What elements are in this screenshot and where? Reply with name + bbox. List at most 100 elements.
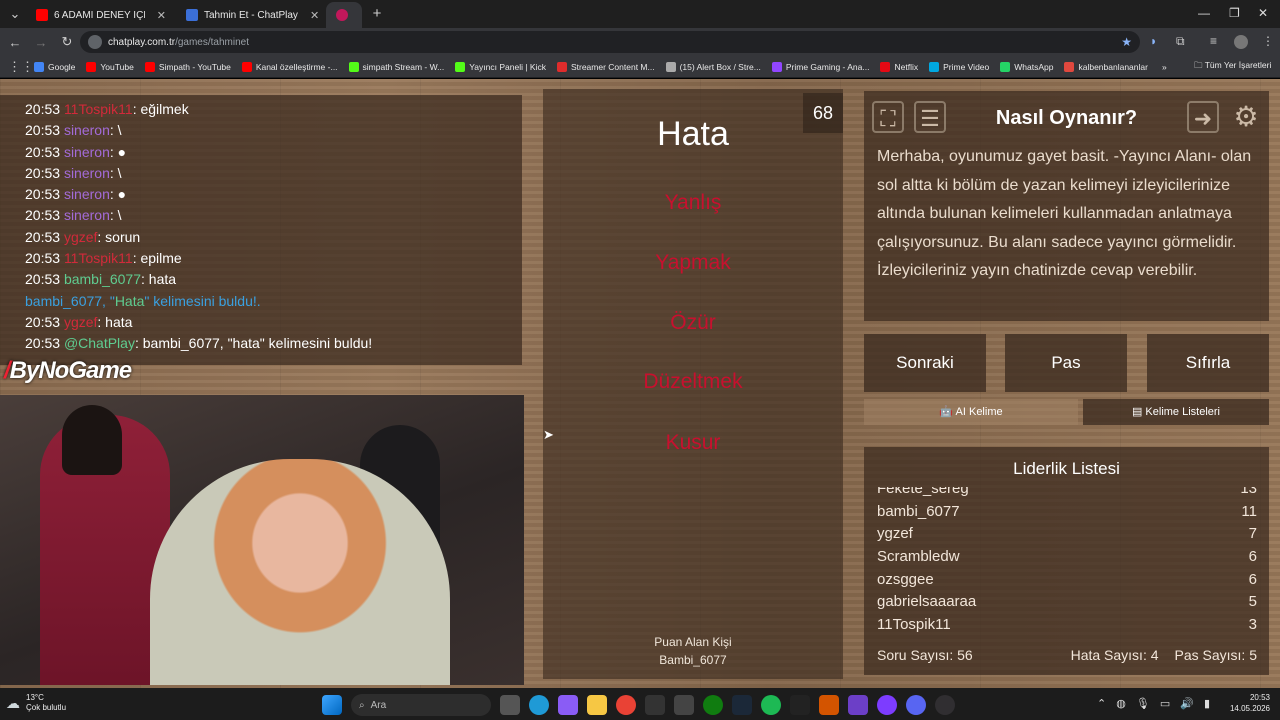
capcut-icon[interactable]: [790, 695, 810, 715]
extensions-puzzle-icon[interactable]: ⧉: [1176, 34, 1185, 49]
apps-grid-icon[interactable]: ⋮⋮: [8, 59, 34, 75]
leaderboard-row: 11Tospik11 3: [877, 614, 1257, 637]
next-button[interactable]: Sonraki: [864, 334, 986, 392]
windows-start-icon[interactable]: [322, 695, 342, 715]
bookmark-item[interactable]: Prime Video: [929, 61, 989, 72]
chat-username[interactable]: sineron: [64, 207, 110, 223]
notes-icon[interactable]: ☰: [914, 101, 946, 133]
bookmark-item[interactable]: Prime Gaming - Ana...: [771, 61, 870, 72]
site-info-icon[interactable]: [88, 35, 102, 49]
bookmark-label: Prime Gaming - Ana...: [785, 61, 870, 72]
bookmark-item[interactable]: WhatsApp: [1000, 61, 1053, 72]
app-icon[interactable]: [819, 695, 839, 715]
error-count: Hata Sayısı: 4: [1070, 647, 1159, 663]
chat-username[interactable]: 11Tospik11: [64, 101, 133, 117]
volume-icon[interactable]: 🔊: [1180, 697, 1194, 710]
chat-username[interactable]: 11Tospik11: [64, 250, 133, 266]
chat-username[interactable]: sineron: [64, 165, 110, 181]
discord-icon[interactable]: [906, 695, 926, 715]
player-name: ozsggee: [877, 570, 934, 588]
leaderboard-list[interactable]: Fekete_sereg 13 bambi_6077 11 ygzef 7 Scramble…: [877, 487, 1257, 637]
tab-list-chevron-icon[interactable]: ⌄: [4, 6, 26, 22]
tray-app-icon[interactable]: ◍: [1116, 697, 1126, 710]
microphone-icon[interactable]: 🎙: [1136, 697, 1150, 710]
target-word: Hata: [657, 115, 729, 153]
reset-button[interactable]: Sıfırla: [1147, 334, 1269, 392]
battery-icon[interactable]: ▮: [1204, 697, 1210, 710]
minimize-icon[interactable]: —: [1198, 6, 1210, 20]
bookmark-item[interactable]: Kanal özelleştirme -...: [241, 61, 338, 72]
chat-text: : sorun: [97, 228, 141, 245]
extension-icon[interactable]: ◗: [1150, 34, 1157, 48]
network-icon[interactable]: ▭: [1160, 697, 1170, 710]
menu-kebab-icon[interactable]: ⋮: [1262, 34, 1274, 48]
ai-word-button[interactable]: 🤖 AI Kelime: [864, 399, 1078, 425]
bookmarks-overflow-icon[interactable]: »: [1162, 62, 1167, 72]
chrome-icon[interactable]: [616, 695, 636, 715]
chat-username[interactable]: sineron: [64, 122, 110, 138]
all-bookmarks-folder[interactable]: 🗀 Tüm Yer İşaretleri: [1194, 60, 1271, 74]
how-to-play-description: Merhaba, oyunumuz gayet basit. -Yayıncı …: [877, 148, 1252, 279]
all-bookmarks-label: Tüm Yer İşaretleri: [1204, 59, 1272, 70]
profile-avatar-icon[interactable]: [1234, 35, 1248, 49]
tab-chatplay[interactable]: Tahmin Et - ChatPlay ✕: [176, 2, 326, 28]
chat-username[interactable]: sineron: [64, 186, 110, 202]
word-found-notice: bambi_6077, "Hata" kelimesini buldu!.: [25, 291, 522, 312]
app-icon[interactable]: [877, 695, 897, 715]
tab-youtube-video[interactable]: 6 ADAMI DENEY İÇİN 520 GÜN ✕: [26, 2, 176, 28]
word-lists-button[interactable]: ▤ Kelime Listeleri: [1083, 399, 1269, 425]
edge-icon[interactable]: [529, 695, 549, 715]
chat-message: 20:53 sineron: \: [25, 163, 522, 184]
restore-icon[interactable]: ❐: [1229, 6, 1240, 20]
bookmark-favicon-icon: [1000, 61, 1011, 72]
taskbar-search[interactable]: ⌕ Ara: [351, 694, 491, 716]
chat-username[interactable]: ygzef: [64, 229, 97, 245]
copilot-icon[interactable]: [558, 695, 578, 715]
bookmark-item[interactable]: Yayıncı Paneli | Kick: [455, 61, 546, 72]
chat-username[interactable]: sineron: [64, 144, 110, 160]
media-icon[interactable]: [674, 695, 694, 715]
bookmark-item[interactable]: (15) Alert Box / Stre...: [665, 61, 761, 72]
file-explorer-icon[interactable]: [587, 695, 607, 715]
epic-games-icon[interactable]: [645, 695, 665, 715]
reading-list-icon[interactable]: ≡: [1210, 34, 1217, 48]
new-tab-button[interactable]: +: [366, 5, 388, 22]
pass-button[interactable]: Pas: [1005, 334, 1127, 392]
bookmark-item[interactable]: Google: [34, 61, 75, 72]
system-tray: ⌃ ◍ 🎙 ▭ 🔊 ▮: [1097, 697, 1210, 710]
tab-current-active[interactable]: [326, 2, 362, 28]
weather-widget[interactable]: ☁ 13°C Çok bulutlu: [6, 693, 66, 713]
back-icon[interactable]: ←: [4, 35, 26, 50]
tray-overflow-icon[interactable]: ⌃: [1097, 697, 1106, 710]
bookmark-item[interactable]: Netflix: [880, 61, 918, 72]
bookmark-item[interactable]: Simpath - YouTube: [144, 61, 231, 72]
leaderboard-title: Liderlik Listesi: [1013, 459, 1120, 478]
close-tab-icon[interactable]: ✕: [310, 9, 319, 22]
url-input[interactable]: chatplay.com.tr /games/tahminet ★: [80, 31, 1140, 53]
settings-icon[interactable]: ⚙: [1230, 101, 1262, 133]
chat-time: 20:53: [25, 143, 61, 160]
xbox-icon[interactable]: [703, 695, 723, 715]
bookmark-item[interactable]: YouTube: [86, 61, 134, 72]
exit-icon[interactable]: ➜: [1187, 101, 1219, 133]
player-name: bambi_6077: [877, 502, 960, 520]
steam-icon[interactable]: [732, 695, 752, 715]
bookmark-item[interactable]: Streamer Content M...: [556, 61, 655, 72]
spotify-icon[interactable]: [761, 695, 781, 715]
obs-icon[interactable]: [935, 695, 955, 715]
bookmark-item[interactable]: kalbenbanlananlar: [1064, 61, 1148, 72]
chat-username[interactable]: @ChatPlay: [64, 335, 135, 351]
clock[interactable]: 20:53 14.05.2026: [1230, 692, 1270, 714]
close-tab-icon[interactable]: ✕: [157, 9, 166, 22]
chat-username[interactable]: bambi_6077: [64, 271, 141, 287]
bookmark-star-icon[interactable]: ★: [1121, 35, 1132, 49]
chat-username[interactable]: ygzef: [64, 314, 97, 330]
task-view-icon[interactable]: [500, 695, 520, 715]
app-icon[interactable]: [848, 695, 868, 715]
bookmark-item[interactable]: simpath Stream - W...: [348, 61, 444, 72]
close-window-icon[interactable]: ✕: [1258, 6, 1268, 20]
reload-icon[interactable]: ↻: [56, 34, 78, 50]
forward-icon[interactable]: →: [30, 35, 52, 50]
cloud-icon: ☁: [6, 695, 20, 711]
fullscreen-icon[interactable]: ⛶: [872, 101, 904, 133]
